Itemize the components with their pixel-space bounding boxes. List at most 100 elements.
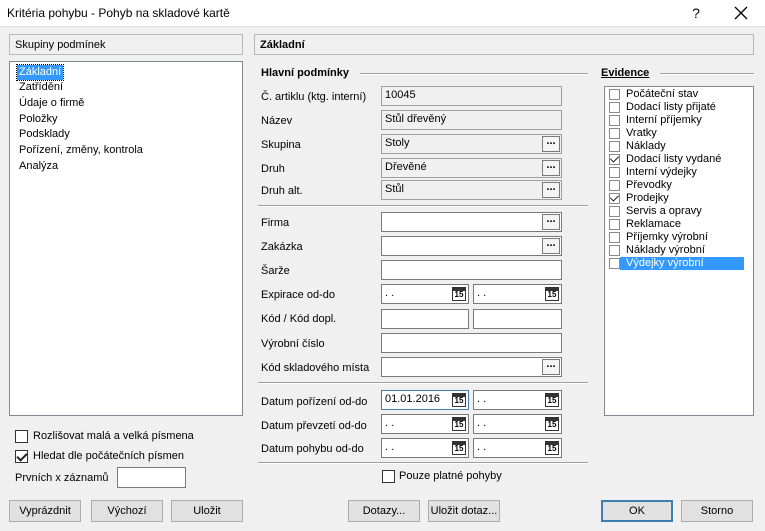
movement-to-field[interactable]: . . 15 [473, 438, 562, 458]
transferred-label: Datum převzetí od-do [261, 420, 367, 432]
calendar-icon[interactable]: 15 [545, 287, 559, 301]
calendar-icon[interactable]: 15 [452, 287, 466, 301]
transferred-from-field[interactable]: . . 15 [381, 414, 469, 434]
group-item-zatrideni[interactable]: Zatřídění [17, 80, 65, 95]
prefix-search-checkbox[interactable] [15, 450, 28, 463]
evidence-checkbox[interactable] [609, 232, 620, 243]
ok-button[interactable]: OK [601, 500, 673, 522]
prefix-search-label: Hledat dle počátečních písmen [33, 450, 185, 462]
default-button[interactable]: Výchozí [91, 500, 163, 522]
first-x-label: Prvních x záznamů [15, 472, 109, 484]
company-field[interactable]: ... [381, 212, 562, 232]
kind-alt-browse-button[interactable]: ... [542, 182, 560, 198]
section-header: Základní [254, 34, 754, 55]
article-no-label: Č. artiklu (ktg. interní) [261, 91, 367, 103]
expiry-label: Expirace od-do [261, 289, 335, 301]
movement-from-field[interactable]: . . 15 [381, 438, 469, 458]
main-conditions-label: Hlavní podmínky [261, 67, 350, 79]
kind-alt-field: Stůl ... [381, 180, 562, 200]
kind-browse-button[interactable]: ... [542, 160, 560, 176]
title-bar: Kritéria pohybu - Pohyb na skladové kart… [0, 0, 765, 27]
group-item-analyza[interactable]: Analýza [17, 159, 60, 174]
order-browse-button[interactable]: ... [542, 238, 560, 254]
order-label: Zakázka [261, 241, 303, 253]
calendar-icon[interactable]: 15 [452, 393, 466, 407]
acquired-from-field[interactable]: 01.01.2016 15 [381, 390, 469, 410]
window-title: Kritéria pohybu - Pohyb na skladové kart… [7, 6, 230, 20]
serial-field[interactable] [381, 333, 562, 353]
group-item-podsklady[interactable]: Podsklady [17, 127, 72, 142]
close-icon [734, 6, 748, 20]
location-code-label: Kód skladového místa [261, 362, 370, 374]
batch-field[interactable] [381, 260, 562, 280]
evidence-checkbox[interactable] [609, 180, 620, 191]
calendar-icon[interactable]: 15 [452, 417, 466, 431]
evidence-checkbox[interactable] [609, 115, 620, 126]
batch-label: Šarže [261, 265, 290, 277]
code-field[interactable] [381, 309, 469, 329]
expiry-to-field[interactable]: . . 15 [473, 284, 562, 304]
calendar-icon[interactable]: 15 [545, 441, 559, 455]
kind-alt-label: Druh alt. [261, 185, 303, 197]
evidence-checkbox[interactable] [609, 219, 620, 230]
kind-label: Druh [261, 163, 285, 175]
evidence-checkbox[interactable] [609, 154, 620, 165]
name-label: Název [261, 115, 293, 127]
save-button[interactable]: Uložit [171, 500, 243, 522]
evidence-checkbox[interactable] [609, 258, 620, 269]
location-browse-button[interactable]: ... [542, 359, 560, 375]
article-no-field: 10045 [381, 86, 562, 106]
evidence-checkbox[interactable] [609, 89, 620, 100]
company-label: Firma [261, 217, 290, 229]
separator-2 [258, 382, 588, 384]
calendar-icon[interactable]: 15 [545, 417, 559, 431]
evidence-checkbox[interactable] [609, 206, 620, 217]
group-field: Stoly ... [381, 134, 562, 154]
expiry-from-field[interactable]: . . 15 [381, 284, 469, 304]
clear-button[interactable]: Vyprázdnit [9, 500, 81, 522]
group-item-polozky[interactable]: Položky [17, 112, 60, 127]
first-x-input[interactable] [117, 467, 186, 488]
evidence-checkbox[interactable] [609, 128, 620, 139]
name-field: Stůl dřevěný [381, 110, 562, 130]
group-browse-button[interactable]: ... [542, 136, 560, 152]
group-item-udaje-o-firme[interactable]: Údaje o firmě [17, 96, 86, 111]
save-query-button[interactable]: Uložit dotaz... [428, 500, 500, 522]
acquired-label: Datum pořízení od-do [261, 396, 368, 408]
transferred-to-field[interactable]: . . 15 [473, 414, 562, 434]
company-browse-button[interactable]: ... [542, 214, 560, 230]
movement-label: Datum pohybu od-do [261, 443, 364, 455]
case-sensitive-label: Rozlišovat malá a velká písmena [33, 430, 194, 442]
groups-header-label: Skupiny podmínek [15, 39, 106, 51]
group-item-porizeni[interactable]: Pořízení, změny, kontrola [17, 143, 145, 158]
evidence-checkbox[interactable] [609, 193, 620, 204]
valid-only-checkbox[interactable] [382, 470, 395, 483]
evidence-checkbox[interactable] [609, 167, 620, 178]
group-item-zakladni[interactable]: Základní [15, 64, 65, 81]
evidence-line [660, 73, 754, 75]
help-button[interactable]: ? [686, 3, 706, 23]
separator-1 [258, 205, 588, 207]
queries-button[interactable]: Dotazy... [348, 500, 420, 522]
order-field[interactable]: ... [381, 236, 562, 256]
main-conditions-line [360, 73, 588, 75]
evidence-checkbox[interactable] [609, 102, 620, 113]
groups-header: Skupiny podmínek [9, 34, 243, 55]
evidence-header: Evidence [601, 67, 650, 79]
code-label: Kód / Kód dopl. [261, 313, 337, 325]
location-code-field[interactable]: ... [381, 357, 562, 377]
group-label: Skupina [261, 139, 301, 151]
evidence-checkbox[interactable] [609, 245, 620, 256]
calendar-icon[interactable]: 15 [452, 441, 466, 455]
groups-listbox[interactable]: Základní Zatřídění Údaje o firmě Položky… [9, 61, 243, 416]
valid-only-label: Pouze platné pohyby [399, 470, 502, 482]
close-button[interactable] [728, 3, 754, 23]
acquired-to-field[interactable]: . . 15 [473, 390, 562, 410]
evidence-checkbox[interactable] [609, 141, 620, 152]
section-title: Základní [260, 39, 305, 51]
kind-field: Dřevěné ... [381, 158, 562, 178]
case-sensitive-checkbox[interactable] [15, 430, 28, 443]
code-extra-field[interactable] [473, 309, 562, 329]
cancel-button[interactable]: Storno [681, 500, 753, 522]
calendar-icon[interactable]: 15 [545, 393, 559, 407]
